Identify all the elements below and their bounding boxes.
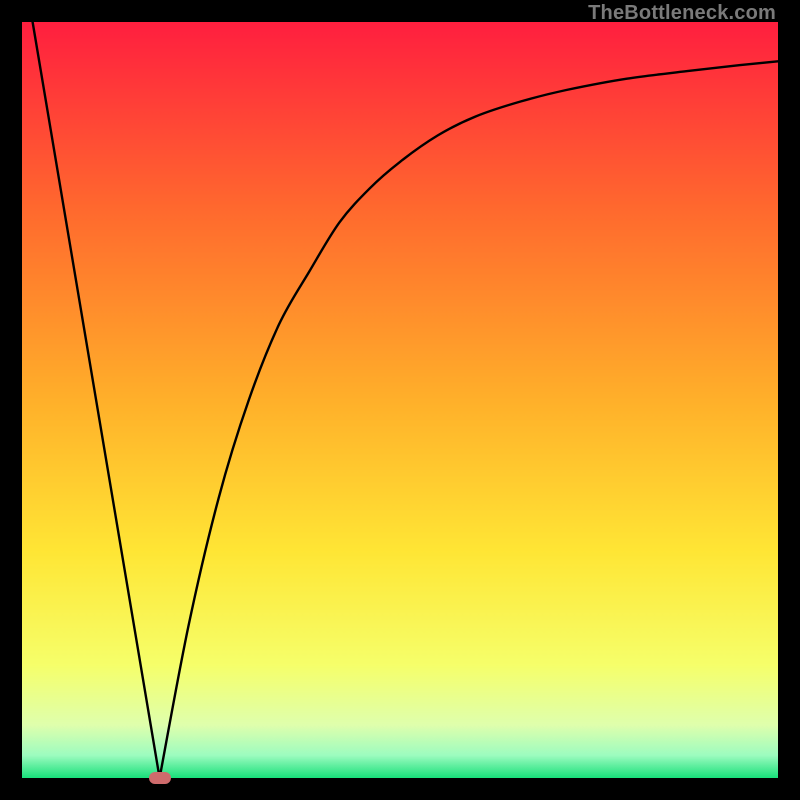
curve-path <box>33 22 778 778</box>
bottleneck-curve <box>22 22 778 778</box>
minimum-marker <box>149 772 171 784</box>
